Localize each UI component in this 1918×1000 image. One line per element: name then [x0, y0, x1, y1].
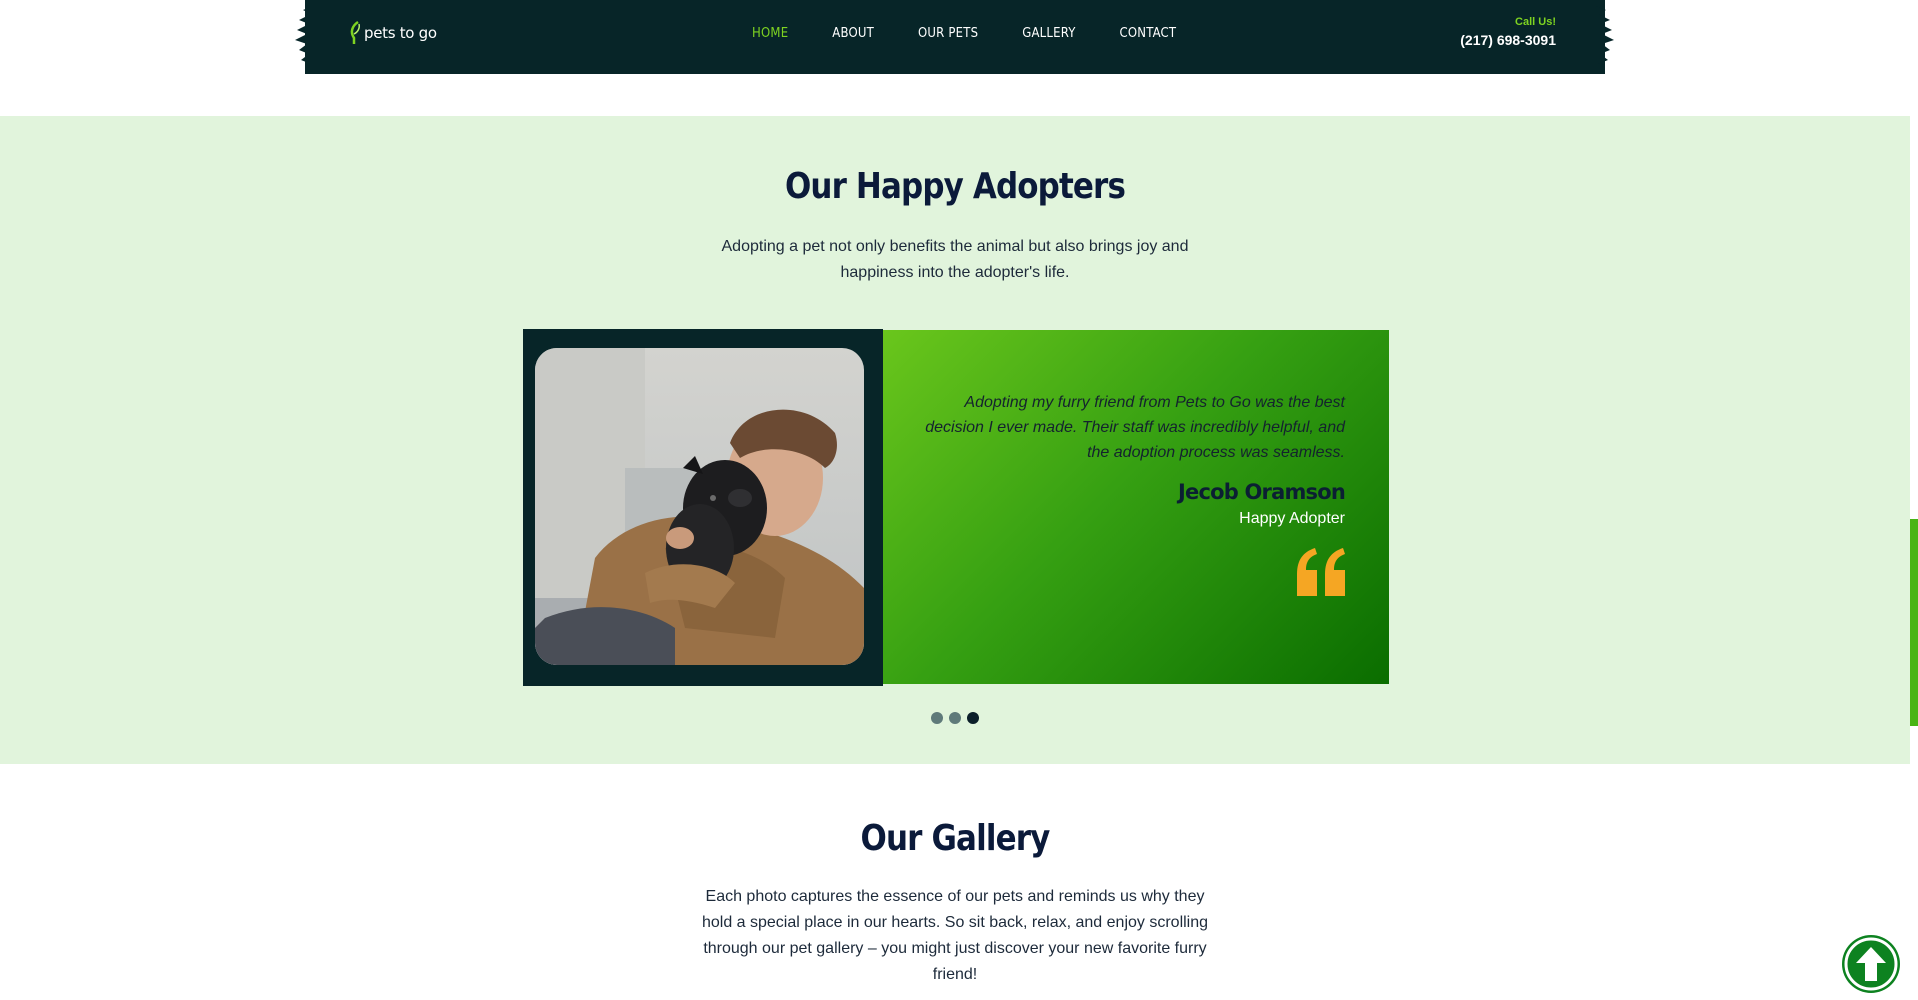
adopters-description-line: happiness into the adopter's life.: [840, 264, 1070, 281]
quote-icon: [1297, 548, 1345, 596]
slider-dot[interactable]: [949, 712, 961, 724]
testimonial-quote: Adopting my furry friend from Pets to Go…: [915, 390, 1345, 465]
logo-text: pets to go: [364, 24, 437, 42]
nav-contact[interactable]: CONTACT: [1120, 26, 1177, 41]
testimonial-quote-panel: Adopting my furry friend from Pets to Go…: [883, 330, 1389, 684]
call-us-block: Call Us! (217) 698-3091: [1460, 16, 1556, 48]
testimonial-quote-line: Adopting my furry friend from Pets to Go…: [964, 394, 1345, 411]
slider-dot[interactable]: [931, 712, 943, 724]
adopters-title: Our Happy Adopters: [784, 166, 1126, 207]
nav-home[interactable]: HOME: [752, 26, 788, 41]
testimonial-quote-line: decision I ever made. Their staff was in…: [925, 419, 1345, 436]
gallery-description-line: Each photo captures the essence of our p…: [705, 888, 1205, 905]
gallery-description-line: hold a special place in our hearts. So s…: [701, 914, 1209, 931]
gallery-section: Our Gallery Each photo captures the esse…: [0, 764, 1910, 1000]
arrow-up-icon: [1844, 937, 1898, 991]
testimonial-author-role: Happy Adopter: [1239, 510, 1345, 527]
gallery-description-line: friend!: [932, 966, 978, 983]
gallery-description: Each photo captures the essence of our p…: [690, 884, 1220, 988]
adopters-description-line: Adopting a pet not only benefits the ani…: [721, 238, 1189, 255]
leaf-logo-icon: [350, 20, 360, 44]
gallery-title: Our Gallery: [860, 818, 1051, 859]
scrollbar-thumb[interactable]: [1910, 519, 1918, 726]
gallery-description-line: through our pet gallery – you might just…: [703, 940, 1207, 957]
header-brush-right-decoration: [1584, 0, 1614, 74]
site-header: pets to go HOME ABOUT OUR PETS GALLERY C…: [0, 0, 1918, 116]
adopter-photo-frame: [523, 329, 883, 686]
phone-number-link[interactable]: (217) 698-3091: [1460, 32, 1556, 48]
testimonial-slide: Adopting my furry friend from Pets to Go…: [523, 329, 1389, 686]
nav-about[interactable]: ABOUT: [832, 26, 874, 41]
testimonial-quote-line: the adoption process was seamless.: [1087, 444, 1345, 461]
adopter-photo: [535, 348, 864, 665]
adopters-description: Adopting a pet not only benefits the ani…: [700, 234, 1210, 286]
testimonial-author-name: Jecob Oramson: [1177, 480, 1346, 504]
slider-dot-active[interactable]: [967, 712, 979, 724]
site-logo[interactable]: pets to go: [348, 20, 437, 46]
call-us-label: Call Us!: [1515, 16, 1556, 28]
nav-our-pets[interactable]: OUR PETS: [918, 26, 978, 41]
nav-gallery[interactable]: GALLERY: [1022, 26, 1075, 41]
main-nav: HOME ABOUT OUR PETS GALLERY CONTACT: [752, 26, 1220, 41]
happy-adopters-section: Our Happy Adopters Adopting a pet not on…: [0, 116, 1910, 764]
scroll-to-top-button[interactable]: [1842, 935, 1900, 993]
slider-pagination: [931, 712, 979, 724]
